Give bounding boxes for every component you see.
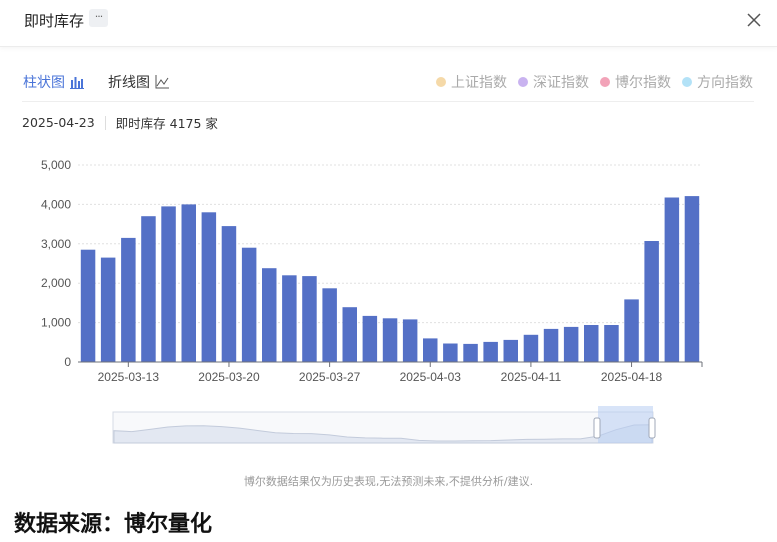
bar[interactable]	[664, 197, 680, 363]
close-icon[interactable]	[744, 10, 764, 30]
legend-label: 上证指数	[451, 75, 507, 91]
legend-label: 方向指数	[697, 75, 753, 91]
x-tick-label: 2025-04-11	[501, 370, 562, 384]
zoom-slider[interactable]	[0, 400, 777, 450]
legend-item-shenzhen[interactable]: 深证指数	[518, 72, 589, 92]
bar-chart: 0 1,000 2,000 3,000 4,000 5,000 2025-03-13 2025…	[41, 158, 703, 384]
bar[interactable]	[141, 216, 156, 362]
disclaimer-text: 博尔数据结果仅为历史表现,无法预测未来,不提供分析/建议.	[243, 475, 534, 488]
bar[interactable]	[523, 334, 539, 362]
legend-dot	[436, 77, 446, 87]
bar[interactable]	[423, 338, 438, 362]
info-summary: 即时库存 4175 家	[115, 116, 218, 131]
bar[interactable]	[221, 226, 237, 362]
zoom-handle-left[interactable]	[593, 417, 601, 439]
tab-bar-chart-label: 柱状图	[23, 75, 65, 91]
bar[interactable]	[302, 276, 317, 362]
legend-item-shanghai[interactable]: 上证指数	[436, 72, 507, 92]
bar[interactable]	[483, 341, 498, 362]
y-tick-label: 1,000	[41, 316, 71, 330]
legend-item-boer[interactable]: 博尔指数	[600, 72, 671, 92]
x-tick-label: 2025-03-27	[299, 370, 361, 384]
legend-label: 深证指数	[533, 75, 589, 91]
zoom-handle-right[interactable]	[648, 417, 656, 439]
bar[interactable]	[262, 268, 277, 362]
info-date: 2025-04-23	[22, 115, 95, 130]
tab-line-chart[interactable]: 折线图	[108, 72, 169, 92]
bar[interactable]	[503, 339, 519, 362]
x-tick-label: 2025-04-03	[400, 370, 462, 384]
y-tick-label: 3,000	[41, 237, 71, 251]
bar[interactable]	[684, 196, 700, 362]
bar[interactable]	[402, 319, 418, 362]
info-row: 2025-04-23 即时库存 4175 家	[22, 113, 218, 132]
bar[interactable]	[100, 257, 116, 362]
bar-chart-icon	[70, 77, 84, 89]
chart-legend: 上证指数 深证指数 博尔指数 方向指数	[425, 72, 753, 92]
bar[interactable]	[443, 343, 458, 363]
legend-dot	[600, 77, 610, 87]
bar[interactable]	[584, 325, 599, 362]
zoom-selection[interactable]	[598, 406, 653, 443]
legend-item-direction[interactable]: 方向指数	[682, 72, 753, 92]
bar[interactable]	[463, 343, 478, 362]
bar[interactable]	[624, 299, 639, 362]
bar[interactable]	[80, 249, 96, 362]
tab-line-chart-label: 折线图	[108, 75, 150, 91]
data-source-label: 数据来源：博尔量化	[14, 512, 213, 537]
bar[interactable]	[241, 247, 257, 362]
info-separator	[104, 115, 106, 130]
legend-dot	[518, 77, 528, 87]
legend-dot	[682, 77, 692, 87]
bar[interactable]	[543, 328, 559, 362]
y-tick-label: 5,000	[41, 158, 71, 172]
legend-label: 博尔指数	[615, 75, 671, 91]
tab-bar-chart[interactable]: 柱状图	[23, 72, 84, 92]
bar[interactable]	[362, 315, 378, 362]
bar[interactable]	[181, 204, 197, 362]
line-chart-icon	[155, 75, 169, 89]
more-button[interactable]: ···	[89, 9, 108, 27]
x-tick-label: 2025-03-20	[198, 370, 260, 384]
bar[interactable]	[604, 325, 619, 362]
bar[interactable]	[382, 318, 398, 362]
bar[interactable]	[282, 275, 297, 362]
panel-header: 即时库存 ···	[0, 0, 777, 47]
bar[interactable]	[121, 237, 136, 362]
bar[interactable]	[322, 288, 337, 362]
panel-title: 即时库存	[24, 12, 85, 30]
x-tick-label: 2025-04-18	[601, 370, 663, 384]
bar[interactable]	[563, 326, 579, 362]
bar[interactable]	[161, 206, 176, 362]
header-divider	[22, 101, 754, 102]
y-tick-label: 4,000	[41, 197, 71, 211]
y-tick-label: 2,000	[41, 276, 71, 290]
bar[interactable]	[201, 212, 217, 362]
bar[interactable]	[644, 241, 659, 362]
y-tick-label: 0	[64, 355, 71, 369]
x-tick-label: 2025-03-13	[98, 370, 160, 384]
bar[interactable]	[342, 307, 358, 362]
